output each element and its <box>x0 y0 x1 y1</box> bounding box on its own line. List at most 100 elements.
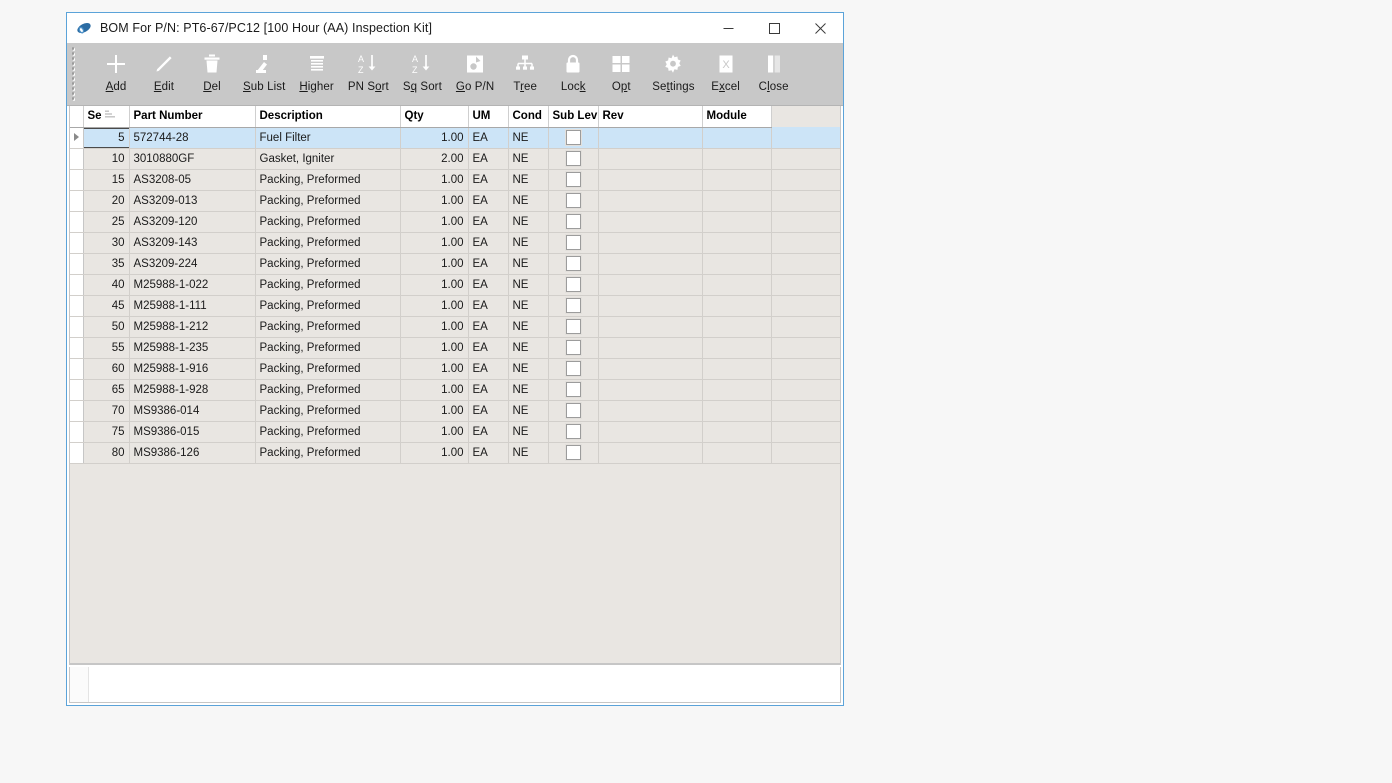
cell-cond[interactable]: NE <box>508 295 549 317</box>
cell-seq[interactable]: 75 <box>83 421 130 443</box>
row-indicator[interactable] <box>70 274 84 296</box>
cell-um[interactable]: EA <box>468 190 509 212</box>
toolbar-grip[interactable] <box>71 46 80 102</box>
cell-um[interactable]: EA <box>468 316 509 338</box>
row-indicator[interactable] <box>70 169 84 191</box>
cell-rev[interactable] <box>598 379 703 401</box>
cell-seq[interactable]: 45 <box>83 295 130 317</box>
sub-lev-checkbox[interactable] <box>565 424 581 439</box>
cell-cond[interactable]: NE <box>508 127 549 149</box>
table-row[interactable]: 80 MS9386-126 Packing, Preformed 1.00 EA NE <box>70 442 840 464</box>
lock-button[interactable]: Lock <box>549 49 597 93</box>
higher-button[interactable]: Higher <box>292 49 340 93</box>
cell-qty[interactable]: 1.00 <box>400 295 469 317</box>
table-row[interactable]: 30 AS3209-143 Packing, Preformed 1.00 EA NE <box>70 232 840 254</box>
cell-cond[interactable]: NE <box>508 316 549 338</box>
maximize-button[interactable] <box>751 13 797 43</box>
cell-part-number[interactable]: MS9386-015 <box>129 421 256 443</box>
cell-part-number[interactable]: MS9386-126 <box>129 442 256 464</box>
cell-qty[interactable]: 2.00 <box>400 148 469 170</box>
cell-description[interactable]: Packing, Preformed <box>255 169 401 191</box>
cell-sub-lev[interactable] <box>548 400 599 422</box>
row-indicator[interactable] <box>70 400 84 422</box>
cell-cond[interactable]: NE <box>508 190 549 212</box>
tree-button[interactable]: Tree <box>501 49 549 93</box>
cell-cond[interactable]: NE <box>508 358 549 380</box>
cell-rev[interactable] <box>598 169 703 191</box>
cell-rev[interactable] <box>598 148 703 170</box>
cell-part-number[interactable]: AS3209-120 <box>129 211 256 233</box>
cell-qty[interactable]: 1.00 <box>400 316 469 338</box>
close-button[interactable] <box>797 13 843 43</box>
sub-lev-checkbox[interactable] <box>565 151 581 166</box>
cell-description[interactable]: Packing, Preformed <box>255 274 401 296</box>
cell-description[interactable]: Packing, Preformed <box>255 442 401 464</box>
cell-part-number[interactable]: 3010880GF <box>129 148 256 170</box>
cell-cond[interactable]: NE <box>508 400 549 422</box>
grid-empty-area[interactable] <box>70 463 840 664</box>
row-indicator[interactable] <box>70 127 84 149</box>
header-module[interactable]: Module <box>702 106 772 128</box>
cell-part-number[interactable]: AS3208-05 <box>129 169 256 191</box>
cell-part-number[interactable]: M25988-1-235 <box>129 337 256 359</box>
row-indicator[interactable] <box>70 421 84 443</box>
cell-um[interactable]: EA <box>468 358 509 380</box>
cell-um[interactable]: EA <box>468 337 509 359</box>
sub-lev-checkbox[interactable] <box>565 382 581 397</box>
row-indicator[interactable] <box>70 358 84 380</box>
cell-seq[interactable]: 5 <box>83 127 130 149</box>
cell-um[interactable]: EA <box>468 442 509 464</box>
cell-module[interactable] <box>702 316 772 338</box>
cell-um[interactable]: EA <box>468 232 509 254</box>
cell-cond[interactable]: NE <box>508 232 549 254</box>
cell-module[interactable] <box>702 295 772 317</box>
sub-lev-checkbox[interactable] <box>565 319 581 334</box>
header-seq[interactable]: Se <box>83 106 130 128</box>
cell-module[interactable] <box>702 358 772 380</box>
cell-qty[interactable]: 1.00 <box>400 190 469 212</box>
cell-part-number[interactable]: AS3209-143 <box>129 232 256 254</box>
cell-description[interactable]: Packing, Preformed <box>255 190 401 212</box>
cell-um[interactable]: EA <box>468 169 509 191</box>
cell-part-number[interactable]: M25988-1-022 <box>129 274 256 296</box>
cell-module[interactable] <box>702 442 772 464</box>
cell-description[interactable]: Packing, Preformed <box>255 316 401 338</box>
cell-part-number[interactable]: MS9386-014 <box>129 400 256 422</box>
cell-cond[interactable]: NE <box>508 253 549 275</box>
table-row[interactable]: 20 AS3209-013 Packing, Preformed 1.00 EA NE <box>70 190 840 212</box>
cell-qty[interactable]: 1.00 <box>400 253 469 275</box>
cell-seq[interactable]: 70 <box>83 400 130 422</box>
cell-part-number[interactable]: M25988-1-928 <box>129 379 256 401</box>
cell-module[interactable] <box>702 400 772 422</box>
header-qty[interactable]: Qty <box>400 106 469 128</box>
cell-qty[interactable]: 1.00 <box>400 421 469 443</box>
cell-um[interactable]: EA <box>468 400 509 422</box>
cell-rev[interactable] <box>598 190 703 212</box>
cell-um[interactable]: EA <box>468 421 509 443</box>
opt-button[interactable]: Opt <box>597 49 645 93</box>
cell-rev[interactable] <box>598 295 703 317</box>
cell-part-number[interactable]: AS3209-013 <box>129 190 256 212</box>
cell-sub-lev[interactable] <box>548 274 599 296</box>
cell-cond[interactable]: NE <box>508 211 549 233</box>
row-indicator[interactable] <box>70 442 84 464</box>
cell-seq[interactable]: 35 <box>83 253 130 275</box>
sub-lev-checkbox[interactable] <box>565 445 581 460</box>
cell-module[interactable] <box>702 379 772 401</box>
cell-module[interactable] <box>702 211 772 233</box>
sub-lev-checkbox[interactable] <box>565 340 581 355</box>
row-indicator[interactable] <box>70 148 84 170</box>
cell-rev[interactable] <box>598 274 703 296</box>
cell-rev[interactable] <box>598 400 703 422</box>
cell-description[interactable]: Packing, Preformed <box>255 253 401 275</box>
cell-description[interactable]: Packing, Preformed <box>255 211 401 233</box>
header-um[interactable]: UM <box>468 106 509 128</box>
cell-um[interactable]: EA <box>468 274 509 296</box>
cell-module[interactable] <box>702 232 772 254</box>
cell-part-number[interactable]: M25988-1-916 <box>129 358 256 380</box>
sub-lev-checkbox[interactable] <box>565 130 581 145</box>
cell-cond[interactable]: NE <box>508 169 549 191</box>
cell-description[interactable]: Packing, Preformed <box>255 358 401 380</box>
row-indicator[interactable] <box>70 379 84 401</box>
cell-cond[interactable]: NE <box>508 337 549 359</box>
